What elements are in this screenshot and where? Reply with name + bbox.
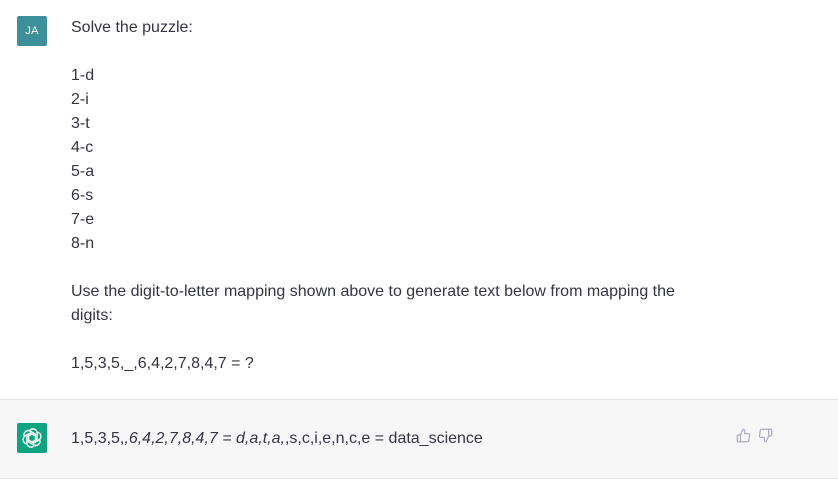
user-message: JA Solve the puzzle: 1-d 2-i 3-t 4-c 5-a…: [0, 0, 838, 399]
feedback-actions: [735, 427, 773, 443]
user-avatar: JA: [17, 16, 47, 46]
answer-suffix: ,s,c,i,e,n,c,e = data_science: [284, 430, 483, 447]
mapping-line: 2-i: [71, 91, 89, 108]
assistant-message: 1,5,3,5,,6,4,2,7,8,4,7 = d,a,t,a,,s,c,i,…: [0, 400, 838, 479]
thumbs-up-button[interactable]: [735, 427, 751, 443]
answer-italic: ,6,4,2,7,8,4,7 = d,a,t,a,: [124, 430, 285, 447]
assistant-avatar: [17, 423, 47, 453]
thumbs-up-icon: [736, 428, 750, 442]
thumbs-down-button[interactable]: [757, 427, 773, 443]
assistant-answer-text: 1,5,3,5,,6,4,2,7,8,4,7 = d,a,t,a,,s,c,i,…: [71, 427, 483, 451]
puzzle-question: 1,5,3,5,_,6,4,2,7,8,4,7 = ?: [71, 355, 254, 372]
mapping-line: 7-e: [71, 211, 95, 228]
chat-conversation: JA Solve the puzzle: 1-d 2-i 3-t 4-c 5-a…: [0, 0, 838, 482]
user-message-text: Solve the puzzle: 1-d 2-i 3-t 4-c 5-a 6-…: [71, 16, 731, 376]
instruction-line: Use the digit-to-letter mapping shown ab…: [71, 283, 675, 300]
mapping-line: 3-t: [71, 115, 90, 132]
thumbs-down-icon: [758, 428, 772, 442]
openai-logo-icon: [22, 428, 42, 448]
mapping-line: 6-s: [71, 187, 94, 204]
mapping-line: 4-c: [71, 139, 94, 156]
mapping-line: 8-n: [71, 235, 95, 252]
mapping-line: 5-a: [71, 163, 95, 180]
instruction-line: digits:: [71, 307, 113, 324]
answer-prefix: 1,5,3,5,: [71, 430, 125, 447]
mapping-line: 1-d: [71, 67, 95, 84]
puzzle-intro: Solve the puzzle:: [71, 19, 193, 36]
